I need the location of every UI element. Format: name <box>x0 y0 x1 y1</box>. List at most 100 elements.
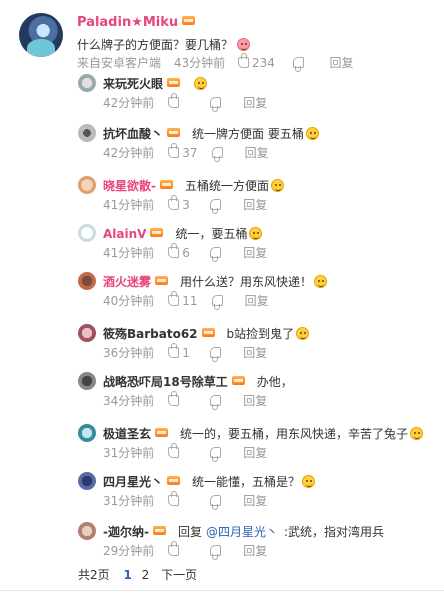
avatar[interactable] <box>78 124 96 142</box>
level-badge-icon <box>155 276 169 285</box>
thumbs-up-icon <box>168 243 180 258</box>
main-comment-text: 什么牌子的方便面？要几桶？ <box>77 36 250 53</box>
divider <box>0 590 444 591</box>
page-total: 共2页 <box>78 568 110 582</box>
dislike-button[interactable] <box>211 294 223 310</box>
timestamp: 36分钟前 <box>103 346 155 360</box>
level-badge-icon <box>167 128 181 137</box>
reply-button[interactable]: 回复 <box>243 196 267 213</box>
like-button[interactable]: 6 <box>168 243 196 260</box>
thumbs-up-icon <box>168 195 180 210</box>
reply-button[interactable]: 回复 <box>243 392 267 409</box>
like-button[interactable] <box>168 443 196 460</box>
reply-username[interactable]: 战略恐吓局18号除草工 <box>103 375 228 389</box>
main-comment-meta: 来自安卓客户端 43分钟前 234 回复 <box>77 53 354 72</box>
reply-line: AlainV 统一，要五桶 <box>103 225 263 242</box>
avatar[interactable] <box>78 372 96 390</box>
dislike-button[interactable] <box>210 246 222 262</box>
avatar[interactable] <box>78 424 96 442</box>
page-1-link[interactable]: 1 <box>123 568 131 582</box>
emoji-icon <box>236 38 250 51</box>
like-count: 234 <box>251 56 275 70</box>
username-label[interactable]: Paladin★Miku <box>77 15 178 30</box>
reply-meta: 42分钟前 37 回复 <box>103 143 269 162</box>
dislike-button[interactable] <box>292 56 304 72</box>
avatar[interactable] <box>78 224 96 242</box>
reply-button[interactable]: 回复 <box>243 444 267 461</box>
reply-line: 抗坏血酸丶 统一牌方便面 要五桶 <box>103 125 319 142</box>
reply-username[interactable]: -迦尔纳- <box>103 525 149 539</box>
main-username[interactable]: Paladin★Miku <box>77 15 196 30</box>
reply-username[interactable]: AlainV <box>103 227 146 241</box>
like-button[interactable] <box>168 93 196 110</box>
thumbs-down-icon <box>210 545 222 560</box>
like-button[interactable]: 37 <box>168 143 198 160</box>
reply-username[interactable]: 晓星欲散- <box>103 179 156 193</box>
reply-username[interactable]: 极道圣玄 <box>103 427 151 441</box>
reply-line: 酒火迷雾 用什么送？用东风快递！ <box>103 273 328 290</box>
thumbs-down-icon <box>211 295 223 310</box>
reply-username[interactable]: 来玩死火眼 <box>103 77 163 91</box>
like-button[interactable]: 234 <box>237 53 275 70</box>
reply-button[interactable]: 回复 <box>243 542 267 559</box>
like-button[interactable] <box>168 541 196 558</box>
reply-username[interactable]: 筱殇Barbato62 <box>103 327 198 341</box>
dislike-button[interactable] <box>210 494 222 510</box>
thumbs-up-icon <box>168 291 180 306</box>
like-button[interactable]: 3 <box>168 195 196 212</box>
avatar[interactable] <box>78 272 96 290</box>
timestamp: 42分钟前 <box>103 96 155 110</box>
thumbs-up-icon <box>168 343 180 358</box>
thumbs-up-icon <box>168 443 180 458</box>
reply-meta: 42分钟前 回复 <box>103 93 267 112</box>
level-badge-icon <box>155 428 169 437</box>
avatar[interactable] <box>78 472 96 490</box>
thumbs-down-icon <box>210 395 222 410</box>
dislike-button[interactable] <box>211 146 223 162</box>
like-button[interactable] <box>168 391 196 408</box>
dislike-button[interactable] <box>210 96 222 112</box>
like-button[interactable]: 11 <box>168 291 198 308</box>
avatar[interactable] <box>78 176 96 194</box>
avatar[interactable] <box>78 522 96 540</box>
reply-button[interactable]: 回复 <box>330 54 354 71</box>
like-button[interactable]: 1 <box>168 343 196 360</box>
thumbs-up-icon <box>168 93 180 108</box>
reply-username[interactable]: 酒火迷雾 <box>103 275 151 289</box>
reply-meta: 29分钟前 回复 <box>103 541 267 560</box>
dislike-button[interactable] <box>210 198 222 214</box>
like-count: 6 <box>182 246 190 260</box>
reply-button[interactable]: 回复 <box>243 244 267 261</box>
reply-line: 四月星光丶 统一能懂，五桶是？ <box>103 473 316 490</box>
reply-button[interactable]: 回复 <box>243 94 267 111</box>
mention-link[interactable]: @四月星光丶 <box>206 525 278 539</box>
like-button[interactable] <box>168 491 196 508</box>
timestamp: 41分钟前 <box>103 198 155 212</box>
thumbs-up-icon <box>168 541 180 556</box>
level-badge-icon <box>167 476 181 485</box>
reply-button[interactable]: 回复 <box>243 492 267 509</box>
avatar[interactable] <box>19 13 63 57</box>
dislike-button[interactable] <box>210 446 222 462</box>
dislike-button[interactable] <box>210 394 222 410</box>
dislike-button[interactable] <box>210 346 222 362</box>
reply-button[interactable]: 回复 <box>245 144 269 161</box>
reply-username[interactable]: 抗坏血酸丶 <box>103 127 163 141</box>
reply-prefix: 回复 <box>177 525 202 539</box>
reply-meta: 31分钟前 回复 <box>103 443 267 462</box>
reply-line: 筱殇Barbato62 b站捡到鬼了 <box>103 325 310 342</box>
reply-button[interactable]: 回复 <box>243 344 267 361</box>
timestamp: 40分钟前 <box>103 294 155 308</box>
next-page-link[interactable]: 下一页 <box>161 568 197 582</box>
timestamp: 29分钟前 <box>103 544 155 558</box>
like-count: 1 <box>182 346 190 360</box>
reply-body: 五桶统一方便面 <box>184 179 269 193</box>
dislike-button[interactable] <box>210 544 222 560</box>
reply-username[interactable]: 四月星光丶 <box>103 475 163 489</box>
avatar[interactable] <box>78 324 96 342</box>
reply-button[interactable]: 回复 <box>245 292 269 309</box>
avatar[interactable] <box>78 74 96 92</box>
thumbs-down-icon <box>210 97 222 112</box>
page-2-link[interactable]: 2 <box>142 568 150 582</box>
thumbs-down-icon <box>210 347 222 362</box>
